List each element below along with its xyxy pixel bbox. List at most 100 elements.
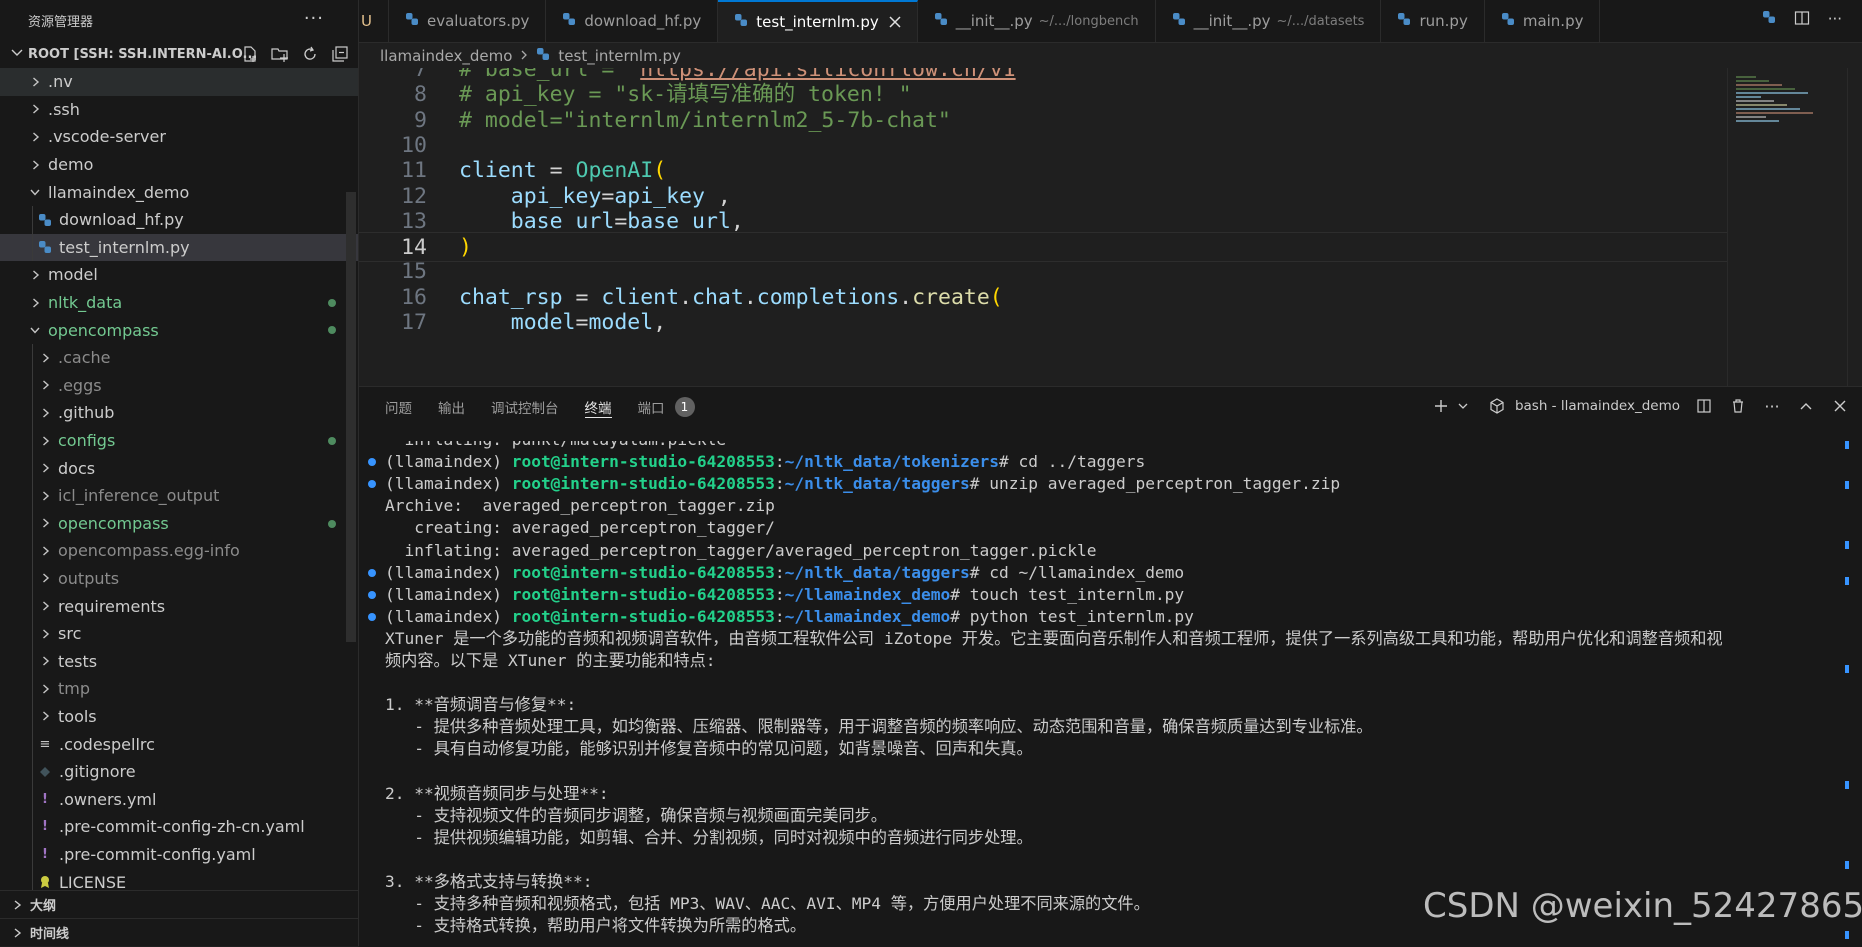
- tree-item-yml[interactable]: ! .pre-commit-config.yaml: [0, 840, 358, 869]
- panel-tab[interactable]: 输出: [438, 387, 465, 427]
- tree-item-folder[interactable]: outputs: [0, 564, 358, 593]
- breadcrumb-folder[interactable]: llamaindex_demo: [380, 47, 512, 65]
- minimap-line: [1736, 80, 1769, 82]
- terminal-line: inflating: punkt/malayalam.pickle: [385, 441, 726, 451]
- tree-item-folder[interactable]: opencompass.egg-info: [0, 537, 358, 565]
- terminal-user: root@intern-studio-64208553: [511, 452, 775, 472]
- terminal-output[interactable]: inflating: punkt/malayalam.pickle (llamai…: [359, 441, 1839, 947]
- yaml-file-icon: !: [42, 819, 48, 835]
- workspace-root[interactable]: ROOT [SSH: SSH.INTERN-AI.O...: [0, 40, 358, 68]
- timeline-label: 时间线: [30, 927, 70, 942]
- timeline-section[interactable]: 时间线: [0, 918, 358, 946]
- close-panel-icon[interactable]: [1830, 395, 1850, 417]
- tree-item-folder[interactable]: src: [0, 619, 358, 648]
- terminal-path: ~/nltk_data/taggers: [784, 474, 970, 494]
- sidebar-scrollbar[interactable]: [346, 192, 356, 642]
- editor-tab[interactable]: evaluators.py: [389, 0, 547, 42]
- panel-tab[interactable]: 端口 1: [638, 387, 695, 427]
- indent-guide: [32, 785, 33, 814]
- git-file-icon: [38, 766, 52, 778]
- tree-item-folder[interactable]: .eggs: [0, 371, 358, 400]
- editor-tab[interactable]: test_internlm.py: [718, 0, 918, 42]
- tree-item-folder[interactable]: .cache: [0, 343, 358, 372]
- chevron-right-icon: [38, 379, 52, 391]
- trash-icon[interactable]: [1728, 395, 1748, 417]
- code-token: ): [459, 235, 472, 261]
- refresh-icon[interactable]: [300, 44, 320, 64]
- indent-guide: [32, 592, 33, 620]
- minimap-line: [1736, 104, 1787, 106]
- code-editor[interactable]: 7 # base_url = "https://api.siliconflow.c…: [359, 68, 1862, 386]
- close-icon[interactable]: [889, 13, 901, 32]
- tree-item-folder[interactable]: llamaindex_demo: [0, 178, 358, 206]
- tree-item-folder[interactable]: demo: [0, 151, 358, 179]
- new-folder-icon[interactable]: [270, 44, 290, 64]
- python-run-icon[interactable]: [1762, 10, 1776, 30]
- new-file-icon[interactable]: [240, 44, 260, 64]
- indent-guide: [32, 509, 33, 538]
- more-actions-icon[interactable]: ···: [304, 8, 324, 29]
- more-actions-icon[interactable]: ···: [1762, 395, 1782, 417]
- editor-tab[interactable]: U: [359, 0, 389, 42]
- tree-item-text[interactable]: ≡ .codespellrc: [0, 730, 358, 758]
- chevron-right-icon: [38, 655, 52, 667]
- terminal-line: (llamaindex) root@intern-studio-64208553…: [385, 562, 1184, 584]
- editor-tab[interactable]: main.py: [1485, 0, 1601, 42]
- editor-tab[interactable]: run.py: [1381, 0, 1485, 42]
- code-text: model=model,: [459, 308, 666, 338]
- code-line[interactable]: 17 model=model,: [359, 308, 1727, 338]
- tree-item-folder[interactable]: tmp: [0, 675, 358, 703]
- tree-item-folder[interactable]: .nv: [0, 68, 358, 96]
- new-terminal-icon[interactable]: [1431, 395, 1451, 417]
- tree-item-label: docs: [58, 458, 96, 478]
- panel-tab[interactable]: 调试控制台: [491, 387, 559, 427]
- editor-tab[interactable]: __init__.py ~/.../datasets: [1156, 0, 1382, 42]
- split-editor-icon[interactable]: [1794, 10, 1810, 30]
- breadcrumb: llamaindex_demo test_internlm.py: [380, 44, 681, 68]
- tree-item-folder[interactable]: icl_inference_output: [0, 481, 358, 510]
- command-status-dot: [368, 612, 376, 621]
- chevron-right-icon: [38, 545, 52, 557]
- tree-item-folder[interactable]: configs: [0, 426, 358, 455]
- terminal-text: :: [774, 562, 785, 582]
- editor-tab[interactable]: __init__.py ~/.../longbench: [918, 0, 1156, 42]
- tree-item-folder[interactable]: .github: [0, 399, 358, 427]
- split-terminal-icon[interactable]: [1694, 395, 1714, 417]
- tree-item-folder[interactable]: .vscode-server: [0, 123, 358, 151]
- panel-tab[interactable]: 问题: [385, 387, 412, 427]
- tree-item-folder[interactable]: opencompass: [0, 509, 358, 538]
- panel-tab[interactable]: 终端: [584, 387, 612, 427]
- code-token: =: [601, 183, 615, 209]
- tree-item-folder[interactable]: opencompass: [0, 316, 358, 344]
- tree-item-folder[interactable]: requirements: [0, 592, 358, 620]
- terminal-scrollbar[interactable]: [1845, 441, 1851, 941]
- maximize-panel-icon[interactable]: [1796, 395, 1816, 417]
- tree-item-folder[interactable]: model: [0, 261, 358, 289]
- tree-item-yml[interactable]: ! .owners.yml: [0, 785, 358, 814]
- collapse-all-icon[interactable]: [330, 44, 350, 64]
- chevron-right-icon: [38, 517, 52, 529]
- terminal-name[interactable]: bash - llamaindex_demo: [1515, 398, 1680, 414]
- more-actions-icon[interactable]: ···: [1828, 10, 1842, 30]
- tree-item-folder[interactable]: docs: [0, 454, 358, 482]
- tree-item-folder[interactable]: nltk_data: [0, 289, 358, 317]
- terminal-line: (llamaindex) root@intern-studio-64208553…: [385, 473, 1340, 495]
- indent-guide: [32, 564, 33, 593]
- editor-scrollbar[interactable]: [1847, 68, 1862, 386]
- indent-guide: [32, 454, 33, 482]
- tree-item-git[interactable]: .gitignore: [0, 757, 358, 786]
- minimap[interactable]: [1727, 68, 1846, 386]
- tree-item-yml[interactable]: ! .pre-commit-config-zh-cn.yaml: [0, 813, 358, 841]
- tree-item-folder[interactable]: tools: [0, 702, 358, 731]
- chevron-down-icon[interactable]: [1453, 395, 1473, 417]
- tree-item-folder[interactable]: .ssh: [0, 96, 358, 124]
- outline-section[interactable]: 大纲: [0, 890, 358, 918]
- terminal-line: 1. **音频调音与修复**:: [385, 694, 576, 716]
- tree-item-py[interactable]: test_internlm.py: [0, 233, 358, 262]
- tree-item-py[interactable]: download_hf.py: [0, 205, 358, 234]
- editor-tab[interactable]: download_hf.py: [546, 0, 719, 42]
- tree-item-folder[interactable]: tests: [0, 647, 358, 676]
- breadcrumb-file[interactable]: test_internlm.py: [558, 47, 680, 65]
- terminal-text: - 支持视频文件的音频同步调整，确保音频与视频画面完美同步。: [385, 805, 887, 825]
